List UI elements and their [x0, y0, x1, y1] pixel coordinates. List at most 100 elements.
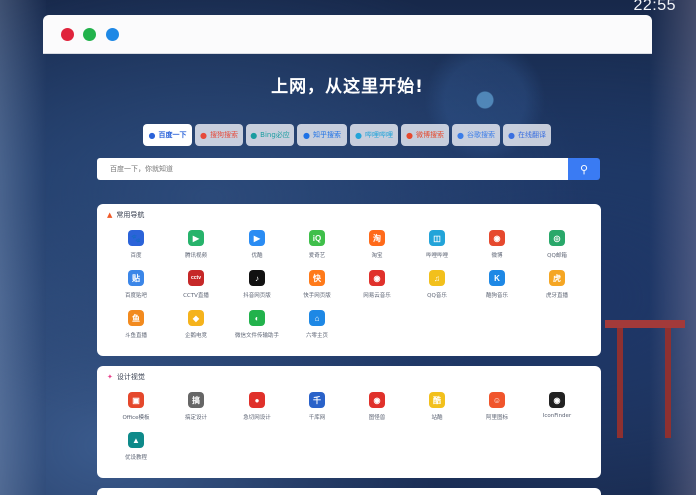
site-label: 快手网页版 [303, 293, 331, 299]
site-link-kugou[interactable]: K 酷狗音乐 [467, 270, 527, 310]
site-label: 急切网设计 [243, 415, 271, 421]
bilibili-icon: ◫ [429, 230, 445, 246]
site-link-cctv[interactable]: cctv CCTV直播 [166, 270, 226, 310]
zcool-icon: 酷 [429, 392, 445, 408]
site-link-weibo[interactable]: ◉ 微博 [467, 230, 527, 270]
section-title-text: 常用导航 [116, 211, 145, 219]
site-label: IconFinder [542, 413, 572, 419]
tab-sogou[interactable]: ● 搜狗搜索 [195, 124, 243, 146]
site-link-office[interactable]: ▣ Office模板 [106, 392, 166, 432]
tab-label: 哔哩哔哩 [364, 131, 393, 139]
youshe-icon: ▲ [128, 432, 144, 448]
site-label: 百度贴吧 [124, 293, 147, 299]
design-icon: ✦ [107, 373, 113, 381]
cctv-icon: cctv [188, 270, 204, 286]
site-label: 腾讯视频 [184, 253, 207, 259]
youku-icon: ▶ [249, 230, 265, 246]
qqmail-icon: ◎ [549, 230, 565, 246]
close-window-button[interactable] [61, 28, 74, 41]
site-link-eye[interactable]: ◉ IconFinder [527, 392, 587, 432]
site-link-kuaishou[interactable]: 快快手网页版 [287, 270, 347, 310]
start-page: 上网，从这里开始! ● 百度一下 ● 搜狗搜索 ● Bing必应 ● 知乎搜索 ● 哔哩哔哩 ● 微博… [43, 54, 652, 495]
site-label: QQ邮箱 [547, 253, 567, 259]
weibo-icon: ● [406, 130, 413, 140]
fire-icon: ▲ [107, 211, 113, 219]
site-label: 爱奇艺 [308, 253, 326, 259]
site-link-douyin[interactable]: ♪ 抖音网页版 [227, 270, 287, 310]
site-label: 斗鱼直播 [124, 333, 147, 339]
kuaishou-icon: 快 [309, 270, 325, 286]
site-label: Office模板 [122, 415, 150, 421]
tab-weibo[interactable]: ● 微博搜索 [401, 124, 449, 146]
site-link-zcool[interactable]: 酷站酷 [407, 392, 467, 432]
tab-label: 微博搜索 [415, 131, 444, 139]
tab-label: 谷歌搜索 [466, 131, 495, 139]
tab-translate[interactable]: ● 在线翻译 [503, 124, 551, 146]
home-icon: ⌂ [309, 310, 325, 326]
site-link-jiqie[interactable]: ● 急切网设计 [227, 392, 287, 432]
netease-music-icon: ◉ [369, 270, 385, 286]
tab-paw[interactable]: ● 百度一下 [143, 124, 192, 146]
sogou-icon: ● [200, 130, 207, 140]
site-label: 六零主页 [305, 333, 328, 339]
site-label: CCTV直播 [183, 293, 209, 299]
site-link-wechat[interactable]: ◐ 微信文件传输助手 [227, 310, 287, 350]
site-link-bilibili[interactable]: ◫ 哔哩哔哩 [407, 230, 467, 270]
desktop-clock: 22:55 [633, 0, 676, 14]
tab-label: 在线翻译 [517, 131, 546, 139]
tab-bilibili[interactable]: ● 哔哩哔哩 [350, 124, 398, 146]
site-link-tencent-video[interactable]: ▶ 腾讯视频 [166, 230, 226, 270]
kugou-icon: K [489, 270, 505, 286]
tab-bing[interactable]: ● Bing必应 [246, 124, 294, 146]
site-link-qqmail[interactable]: ◎ QQ邮箱 [527, 230, 587, 270]
site-link-tieba[interactable]: 贴百度贴吧 [106, 270, 166, 310]
tab-google[interactable]: ● 谷歌搜索 [452, 124, 500, 146]
site-link-penguin-esports[interactable]: ◆ 企鹅电竞 [166, 310, 226, 350]
huya-icon: 虎 [549, 270, 565, 286]
site-label: 百度 [130, 253, 142, 259]
translate-icon: ● [508, 130, 515, 140]
site-label: 微信文件传输助手 [234, 333, 279, 339]
qqmusic-icon: ♫ [429, 270, 445, 286]
site-label: 酷狗音乐 [485, 293, 508, 299]
minimize-window-button[interactable] [83, 28, 96, 41]
site-label: 淘宝 [371, 253, 383, 259]
site-link-huya[interactable]: 虎虎牙直播 [527, 270, 587, 310]
section-card-common: ▲ 常用导航 🐾 百度 ▶ 腾讯视频 ▶ 优酷 iQ 爱奇艺 淘淘宝 ◫ 哔哩哔哩 ◉ 微博 ◎ QQ邮箱贴… [97, 204, 601, 356]
tab-label: 知乎搜索 [312, 131, 341, 139]
site-label: 企鹅电竞 [184, 333, 207, 339]
search-button[interactable]: ⚲ [568, 158, 600, 180]
desktop-top-strip: 22:55 [0, 0, 696, 14]
site-link-taobao[interactable]: 淘淘宝 [347, 230, 407, 270]
bing-icon: ● [250, 130, 258, 140]
maximize-window-button[interactable] [106, 28, 119, 41]
iconfont-icon: ☺ [489, 392, 505, 408]
site-link-home[interactable]: ⌂ 六零主页 [287, 310, 347, 350]
site-link-youshe[interactable]: ▲ 优设教程 [106, 432, 166, 472]
search-input[interactable] [97, 158, 568, 180]
page-headline: 上网，从这里开始! [271, 77, 424, 97]
site-link-douyu[interactable]: 鱼斗鱼直播 [106, 310, 166, 350]
tab-label: Bing必应 [260, 131, 290, 139]
section-card-next [97, 488, 601, 495]
tab-label: 百度一下 [158, 131, 187, 139]
site-link-gaoding[interactable]: 搞搞定设计 [166, 392, 226, 432]
site-link-iqiyi[interactable]: iQ 爱奇艺 [287, 230, 347, 270]
iqiyi-icon: iQ [309, 230, 325, 246]
site-label: 微博 [491, 253, 503, 259]
site-link-netease-music[interactable]: ◉ 网易云音乐 [347, 270, 407, 310]
zhihu-icon: ● [303, 130, 310, 140]
site-label: QQ音乐 [427, 293, 447, 299]
site-link-youku[interactable]: ▶ 优酷 [227, 230, 287, 270]
site-label: 优设教程 [124, 455, 147, 461]
site-link-tuguaishou[interactable]: ◉ 图怪兽 [347, 392, 407, 432]
site-link-qqmusic[interactable]: ♫ QQ音乐 [407, 270, 467, 310]
site-label: 抖音网页版 [243, 293, 271, 299]
section-title: ✦ 设计视觉 [107, 372, 145, 382]
site-link-qianku[interactable]: 千千库网 [287, 392, 347, 432]
site-label: 千库网 [308, 415, 326, 421]
tab-zhihu[interactable]: ● 知乎搜索 [297, 124, 347, 146]
site-link-baidu[interactable]: 🐾 百度 [106, 230, 166, 270]
penguin-esports-icon: ◆ [188, 310, 204, 326]
site-link-iconfont[interactable]: ☺ 阿里图标 [467, 392, 527, 432]
